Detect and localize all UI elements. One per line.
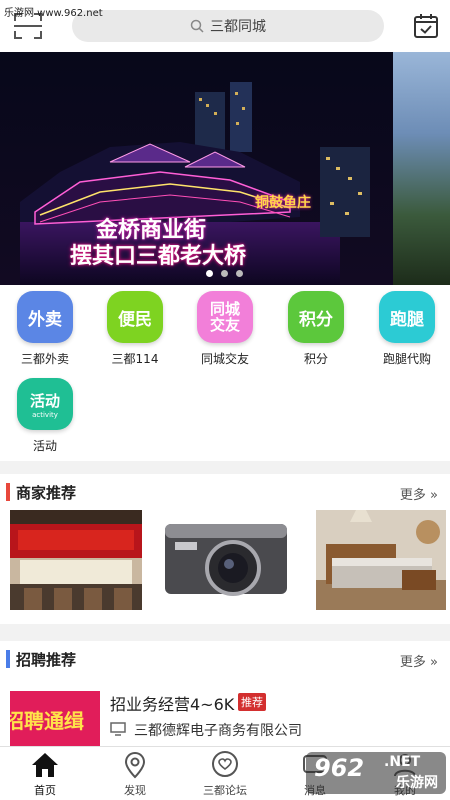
home-icon <box>32 753 58 777</box>
job-company-name: 三都德辉电子商务有限公司 <box>134 723 302 739</box>
activity-icon-subtext: activity <box>32 410 58 419</box>
search-bar[interactable]: 三都同城 <box>72 10 384 42</box>
banner-next-slide-preview <box>393 52 450 285</box>
quick-link-convenience[interactable]: 便民 三都114 <box>97 288 173 367</box>
calendar-checkin-icon[interactable] <box>413 13 439 39</box>
section-accent-bar <box>6 483 10 501</box>
recommend-badge: 推荐 <box>238 693 266 711</box>
merchant-recommend-section: 商家推荐 更多 » <box>0 474 450 624</box>
job-poster-text: 招聘通缉 <box>10 709 84 733</box>
quick-link-label: 三都114 <box>111 352 159 366</box>
carousel-dot[interactable] <box>221 270 228 277</box>
watermark-number: 962 <box>314 754 365 782</box>
more-label: 更多 <box>399 488 426 503</box>
job-recommend-section: 招聘推荐 更多 » 招聘通缉 招业务经营4~6K 推荐 三都德辉电子商务有限公司 <box>0 641 450 747</box>
quick-link-takeout[interactable]: 外卖 三都外卖 <box>7 288 83 367</box>
merchant-camera-image[interactable] <box>161 510 291 610</box>
quick-link-label: 跑腿代购 <box>382 352 431 366</box>
quick-link-activity[interactable]: 活动 activity 活动 <box>7 375 83 454</box>
merchant-carousel[interactable] <box>0 510 450 614</box>
location-pin-icon <box>124 751 146 779</box>
tab-home[interactable]: 首页 <box>0 747 90 800</box>
merchant-bedroom-image[interactable] <box>316 510 446 610</box>
job-poster-image: 招聘通缉 <box>10 691 100 747</box>
points-icon: 积分 <box>288 291 344 343</box>
merchant-more-link[interactable]: 更多 » <box>400 484 438 503</box>
more-label: 更多 <box>399 655 426 670</box>
quick-link-label: 活动 <box>32 439 57 453</box>
dating-icon: 同城 交友 <box>197 291 253 343</box>
heart-chat-icon <box>212 751 238 777</box>
carousel-dot[interactable] <box>236 270 243 277</box>
quick-links-grid: 外卖 三都外卖 便民 三都114 同城 交友 同城交友 积分 积分 跑腿 跑腿代… <box>0 285 450 461</box>
site-logo-watermark: 962 .NET 乐游网 <box>306 752 446 794</box>
site-watermark: 乐游网 www.962.net <box>4 8 103 19</box>
quick-link-errand[interactable]: 跑腿 跑腿代购 <box>369 288 445 367</box>
double-chevron-right-icon: » <box>430 655 438 670</box>
quick-link-points[interactable]: 积分 积分 <box>278 288 354 367</box>
activity-icon-text: 活动 <box>29 391 60 410</box>
job-section-header: 招聘推荐 更多 » <box>0 641 450 677</box>
job-title: 招业务经营4~6K <box>110 695 235 714</box>
tab-discover[interactable]: 发现 <box>90 747 180 800</box>
job-more-link[interactable]: 更多 » <box>400 651 438 670</box>
carousel-dot[interactable] <box>206 270 213 277</box>
double-chevron-right-icon: » <box>430 488 438 503</box>
search-icon <box>190 19 204 33</box>
tab-label: 三都论坛 <box>203 784 247 797</box>
tab-label: 发现 <box>124 784 146 797</box>
section-accent-bar <box>6 650 10 668</box>
activity-icon: 活动 activity <box>17 378 73 430</box>
quick-link-dating[interactable]: 同城 交友 同城交友 <box>187 288 263 367</box>
banner-carousel[interactable]: 铜鼓鱼庄 金桥商业街 摆其口三都老大桥 <box>0 52 450 285</box>
tab-forum[interactable]: 三都论坛 <box>180 747 270 800</box>
merchant-section-header: 商家推荐 更多 » <box>0 474 450 510</box>
banner-neon-sign: 铜鼓鱼庄 <box>255 195 311 211</box>
job-section-title: 招聘推荐 <box>16 650 77 669</box>
quick-link-label: 同城交友 <box>200 352 249 366</box>
watermark-suffix: .NET <box>384 754 421 770</box>
banner-caption-line2: 摆其口三都老大桥 <box>70 244 247 269</box>
job-list-item[interactable]: 招聘通缉 招业务经营4~6K 推荐 三都德辉电子商务有限公司 <box>0 677 450 751</box>
merchant-section-title: 商家推荐 <box>16 483 77 502</box>
tab-label: 首页 <box>34 784 56 797</box>
quick-link-label: 积分 <box>303 352 328 366</box>
convenience-icon: 便民 <box>107 291 163 343</box>
search-placeholder: 三都同城 <box>210 19 266 35</box>
errand-icon: 跑腿 <box>379 291 435 343</box>
carousel-indicator[interactable] <box>206 270 243 277</box>
merchant-restaurant-image[interactable] <box>10 510 142 610</box>
computer-icon <box>110 722 126 736</box>
quick-link-label: 三都外卖 <box>20 352 69 366</box>
takeout-icon: 外卖 <box>17 291 73 343</box>
watermark-site-name: 乐游网 <box>396 775 438 791</box>
